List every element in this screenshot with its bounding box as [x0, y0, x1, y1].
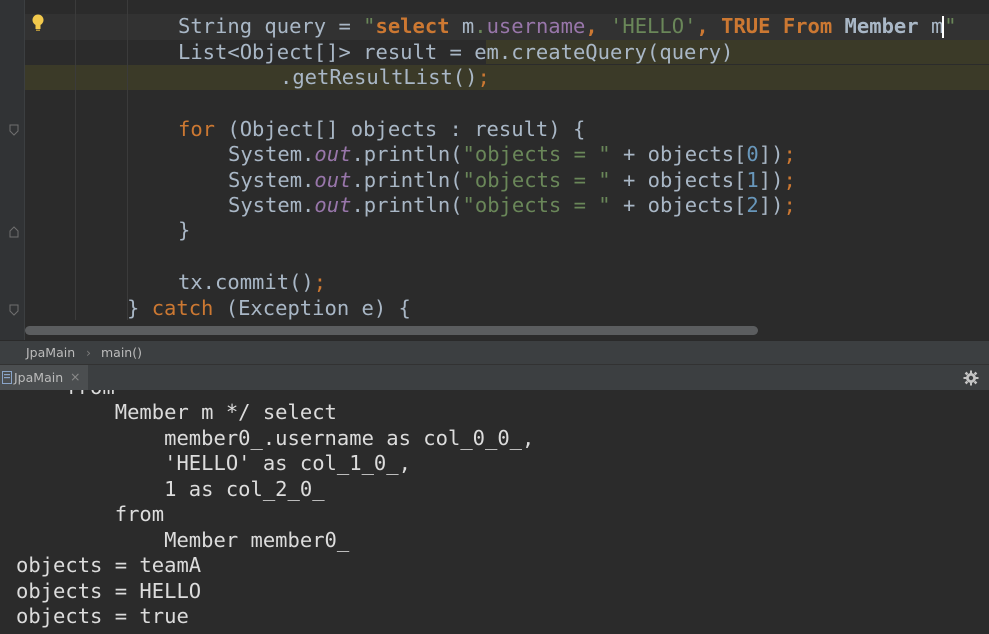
run-tab-label: JpaMain	[14, 370, 64, 385]
fold-marker-icon[interactable]	[8, 304, 20, 316]
console-line: from	[16, 502, 165, 526]
code-line-getresultlist[interactable]: .getResultList();	[280, 65, 490, 90]
code-line-println[interactable]: System.out.println("objects = " + object…	[228, 142, 796, 167]
console-line: 'HELLO' as col_1_0_,	[16, 451, 411, 475]
fold-marker-icon[interactable]	[8, 226, 20, 238]
console-line: 1 as col_2_0_	[16, 477, 325, 501]
code-editor[interactable]: String query = "select m.username, 'HELL…	[0, 0, 989, 340]
breadcrumb-method[interactable]: main()	[101, 345, 142, 360]
code-line-catch[interactable]: } catch (Exception e) {	[127, 296, 411, 321]
console-line: objects = true	[16, 604, 189, 628]
editor-gutter[interactable]	[0, 0, 25, 340]
console-line: objects = teamA	[16, 553, 202, 577]
horizontal-scrollbar[interactable]	[25, 326, 758, 335]
console-line: objects = HELLO	[16, 579, 202, 603]
selection-highlight	[24, 65, 989, 90]
run-tool-window-header: JpaMain ×	[0, 364, 989, 392]
breadcrumb: JpaMain › main()	[0, 340, 989, 365]
breadcrumb-separator: ›	[86, 345, 91, 360]
gear-icon[interactable]	[963, 370, 979, 386]
console-line: Member m */ select	[16, 400, 337, 424]
code-line-close-brace[interactable]: }	[178, 218, 190, 243]
code-line-commit[interactable]: tx.commit();	[178, 270, 326, 295]
console-line: member0_.username as col_0_0_,	[16, 426, 535, 450]
java-file-icon	[2, 371, 12, 384]
code-line-result[interactable]: List<Object[]> result = em.createQuery(q…	[178, 40, 733, 65]
close-icon[interactable]: ×	[70, 369, 80, 384]
fold-marker-icon[interactable]	[8, 124, 20, 136]
breadcrumb-class[interactable]: JpaMain	[26, 345, 75, 360]
code-line-println[interactable]: System.out.println("objects = " + object…	[228, 168, 796, 193]
indent-guide	[75, 0, 76, 320]
code-line-query[interactable]: String query = "select m.username, 'HELL…	[178, 14, 957, 39]
run-tab-jpamain[interactable]: JpaMain ×	[0, 365, 88, 391]
run-console-output[interactable]: from Member m */ select member0_.usernam…	[0, 390, 989, 634]
code-line-for[interactable]: for (Object[] objects : result) {	[178, 117, 585, 142]
code-line-println[interactable]: System.out.println("objects = " + object…	[228, 193, 796, 218]
indent-guide	[127, 0, 128, 320]
console-line: Member member0_	[16, 528, 350, 552]
lightbulb-icon[interactable]	[30, 13, 46, 33]
